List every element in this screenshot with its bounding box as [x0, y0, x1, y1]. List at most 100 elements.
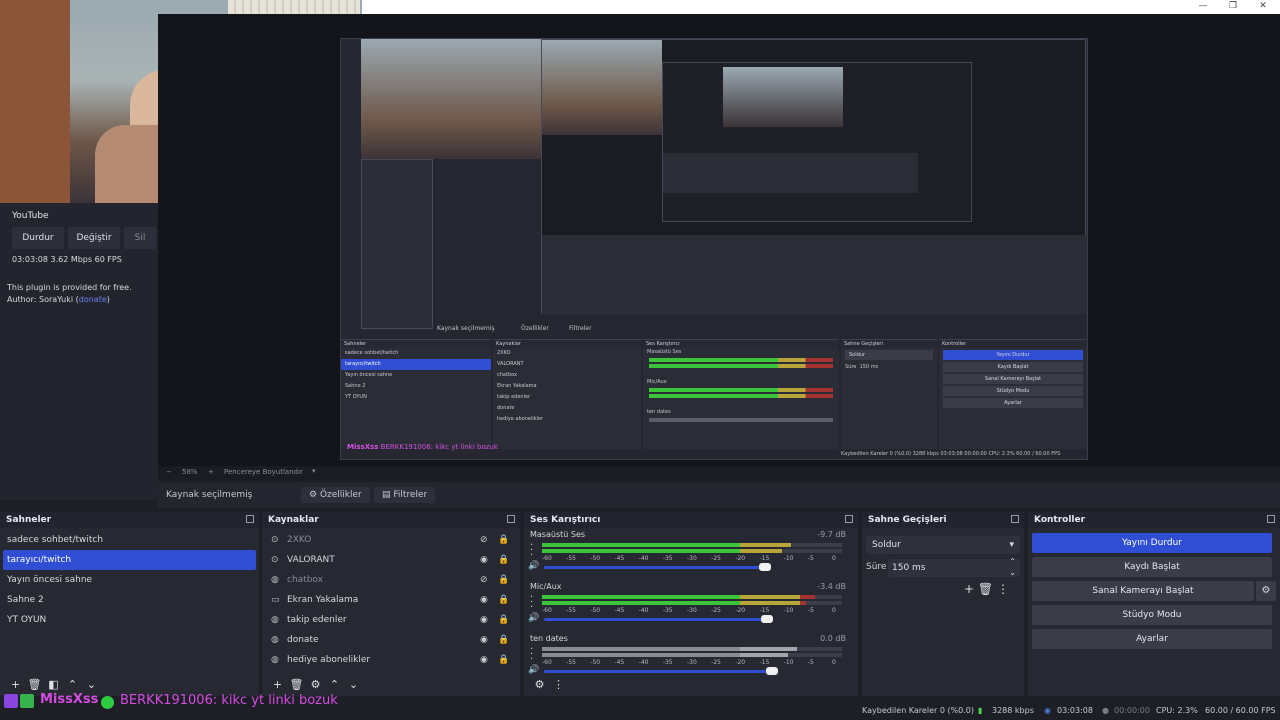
- lock-icon[interactable]: 🔒: [498, 595, 509, 605]
- trash-icon[interactable]: 🗑: [287, 678, 306, 691]
- undock-icon[interactable]: [246, 515, 254, 523]
- properties-button[interactable]: ⚙ Özellikler: [301, 487, 370, 503]
- menu-dots-icon[interactable]: ⋮: [997, 582, 1009, 596]
- stop-button[interactable]: Durdur: [12, 227, 64, 249]
- add-icon[interactable]: +: [964, 582, 974, 596]
- speaker-icon[interactable]: 🔊: [528, 665, 539, 675]
- change-button[interactable]: Değiştir: [68, 227, 120, 249]
- menu-dots-icon[interactable]: · · ·: [530, 645, 533, 665]
- scale-tick: -5: [807, 555, 814, 562]
- volume-handle[interactable]: [766, 667, 778, 675]
- stepper-icon[interactable]: ⌃ ⌄: [1009, 556, 1016, 578]
- eye-icon[interactable]: ◉: [480, 635, 492, 645]
- nested-filters-tab: Filtreler: [569, 325, 592, 332]
- scene-item[interactable]: Sahne 2: [0, 590, 259, 610]
- nested-scene-item: Sahne 2: [345, 383, 366, 389]
- trash-icon[interactable]: 🗑: [25, 678, 44, 691]
- scale-tick: -55: [566, 607, 576, 614]
- mixer-settings-icon[interactable]: ⚙: [530, 678, 549, 691]
- down-icon[interactable]: ⌄: [344, 678, 363, 691]
- undock-icon[interactable]: [1267, 515, 1275, 523]
- scene-item[interactable]: sadece sohbet/twitch: [0, 530, 259, 550]
- source-item[interactable]: ◍ chatbox ⊘ 🔒: [262, 570, 520, 590]
- filters-button[interactable]: ▤ Filtreler: [374, 487, 436, 503]
- start-recording-button[interactable]: Kaydı Başlat: [1032, 557, 1272, 577]
- start-virtual-camera-button[interactable]: Sanal Kamerayı Başlat: [1032, 581, 1254, 601]
- maximize-icon[interactable]: ❐: [1218, 0, 1248, 14]
- add-icon[interactable]: +: [268, 678, 287, 691]
- speaker-icon[interactable]: 🔊: [528, 561, 539, 571]
- source-item[interactable]: ◍ donate ◉ 🔒: [262, 630, 520, 650]
- undock-icon[interactable]: [845, 515, 853, 523]
- scene-item-selected[interactable]: tarayıcı/twitch: [3, 550, 256, 570]
- add-icon[interactable]: +: [6, 678, 25, 691]
- service-name: YouTube: [12, 211, 49, 221]
- filter-icon[interactable]: ◧: [44, 678, 63, 691]
- chat-message: BERKK191006: kikc yt linki bozuk: [120, 693, 338, 708]
- up-icon[interactable]: ⌃: [63, 678, 82, 691]
- gear-icon[interactable]: ⚙: [306, 678, 325, 691]
- level-meter: [542, 595, 842, 599]
- undock-icon[interactable]: [507, 515, 515, 523]
- settings-button[interactable]: Ayarlar: [1032, 629, 1272, 649]
- source-item[interactable]: ▭ Ekran Yakalama ◉ 🔒: [262, 590, 520, 610]
- scene-item[interactable]: YT OYUN: [0, 610, 259, 630]
- source-item[interactable]: ⊙ 2XKO ⊘ 🔒: [262, 530, 520, 550]
- eye-hidden-icon[interactable]: ⊘: [480, 575, 492, 585]
- source-item[interactable]: ⊙ VALORANT ◉ 🔒: [262, 550, 520, 570]
- delete-button[interactable]: Sil: [124, 227, 156, 249]
- scale-tick: -55: [566, 659, 576, 666]
- nested-scene-item: Yayın öncesi sahne: [345, 372, 393, 378]
- stop-stream-button[interactable]: Yayını Durdur: [1032, 533, 1272, 553]
- chevron-down-icon[interactable]: ▾: [312, 467, 316, 475]
- volume-slider[interactable]: [544, 566, 766, 569]
- volume-handle[interactable]: [759, 563, 772, 571]
- trash-icon[interactable]: 🗑: [978, 582, 993, 596]
- transition-value: Soldur: [872, 540, 901, 550]
- nested-sources-title: Kaynaklar: [493, 340, 641, 348]
- controls-dock: Kontroller Yayını Durdur Kaydı Başlat Sa…: [1028, 512, 1280, 696]
- lock-icon[interactable]: 🔒: [498, 555, 509, 565]
- menu-dots-icon[interactable]: · · ·: [530, 593, 533, 613]
- duration-input[interactable]: 150 ms ⌃ ⌄: [888, 556, 1020, 578]
- studio-mode-button[interactable]: Stüdyo Modu: [1032, 605, 1272, 625]
- menu-dots-icon[interactable]: · · ·: [530, 541, 533, 561]
- donate-link[interactable]: donate: [79, 295, 107, 304]
- zoom-mode[interactable]: Pencereye Boyutlandır: [224, 468, 303, 476]
- zoom-in-button[interactable]: +: [208, 468, 214, 476]
- speaker-icon[interactable]: 🔊: [528, 613, 539, 623]
- lock-icon[interactable]: 🔒: [498, 615, 509, 625]
- scale-tick: -30: [687, 659, 697, 666]
- volume-slider[interactable]: [544, 670, 772, 673]
- up-icon[interactable]: ⌃: [325, 678, 344, 691]
- zoom-out-button[interactable]: −: [166, 468, 172, 476]
- undock-icon[interactable]: [1011, 515, 1019, 523]
- level-meter: [542, 653, 842, 657]
- lock-icon[interactable]: 🔒: [498, 575, 509, 585]
- eye-icon[interactable]: ◉: [480, 615, 492, 625]
- down-icon[interactable]: ⌄: [82, 678, 101, 691]
- scene-item[interactable]: Yayın öncesi sahne: [0, 570, 259, 590]
- eye-icon[interactable]: ◉: [480, 655, 492, 665]
- close-icon[interactable]: ✕: [1248, 0, 1278, 14]
- virtual-camera-settings-icon[interactable]: ⚙: [1256, 581, 1276, 601]
- lock-icon[interactable]: 🔒: [498, 655, 509, 665]
- nested-mixer-name: Mic/Aux: [647, 379, 667, 385]
- nested-controls-dock: Kontroller Yayını Durdur Kaydı Başlat Sa…: [939, 339, 1087, 449]
- menu-dots-icon[interactable]: ⋮: [549, 678, 568, 691]
- status-bar: Kaybedilen Kareler 0 (%0.0) ▮ 3288 kbps …: [848, 702, 1280, 720]
- lock-icon[interactable]: 🔒: [498, 535, 509, 545]
- eye-icon[interactable]: ◉: [480, 555, 492, 565]
- nested-source-item: Ekran Yakalama: [497, 383, 537, 389]
- eye-icon[interactable]: ◉: [480, 595, 492, 605]
- eye-hidden-icon[interactable]: ⊘: [480, 535, 492, 545]
- volume-slider[interactable]: [544, 618, 768, 621]
- source-item[interactable]: ◍ takip edenler ◉ 🔒: [262, 610, 520, 630]
- transition-select[interactable]: Soldur ▾: [866, 536, 1020, 554]
- author-prefix: Author: SoraYuki (: [7, 295, 79, 304]
- source-item[interactable]: ◍ hediye abonelikler ◉ 🔒: [262, 650, 520, 670]
- volume-handle[interactable]: [761, 615, 774, 623]
- lock-icon[interactable]: 🔒: [498, 635, 509, 645]
- scenes-toolbar: + 🗑 ◧ ⌃ ⌄: [6, 678, 101, 692]
- minimize-icon[interactable]: —: [1188, 0, 1218, 14]
